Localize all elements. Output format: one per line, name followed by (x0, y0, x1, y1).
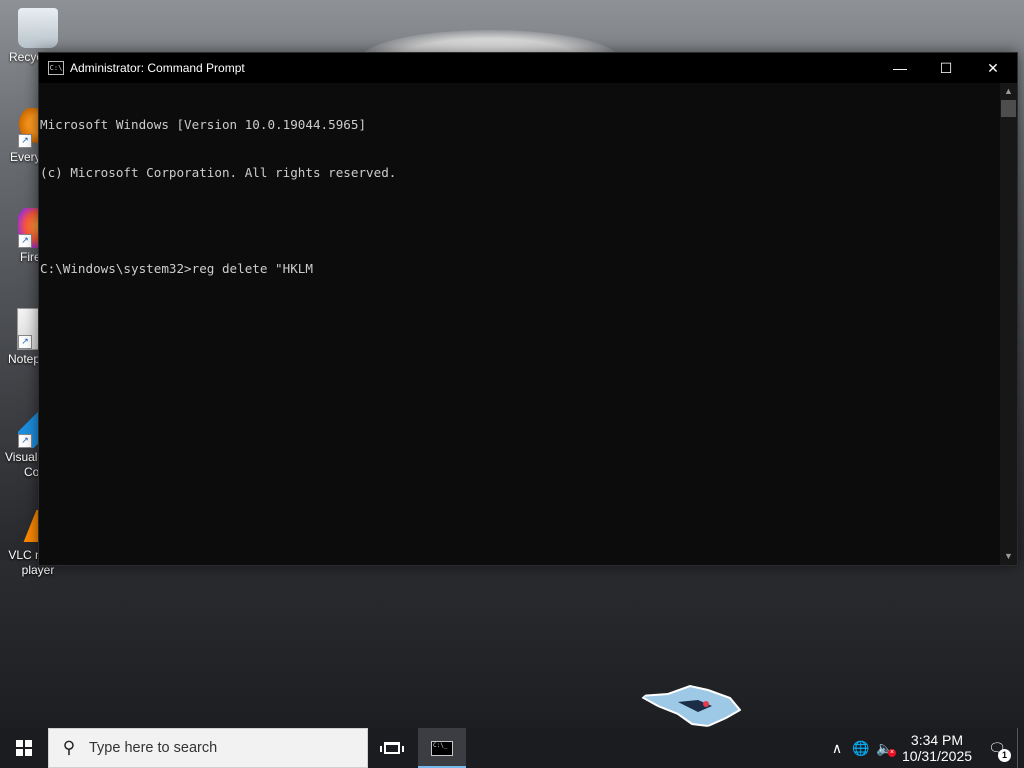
vertical-scrollbar[interactable]: ▲ ▼ (1000, 83, 1017, 565)
task-view-button[interactable] (370, 728, 414, 768)
console-line: (c) Microsoft Corporation. All rights re… (40, 165, 397, 180)
start-button[interactable] (0, 728, 48, 768)
scroll-down-arrow-icon[interactable]: ▼ (1000, 548, 1017, 565)
shortcut-arrow-icon: ↗ (18, 134, 32, 148)
maximize-button[interactable]: ☐ (923, 53, 969, 83)
search-icon: ⚲ (62, 738, 76, 757)
scrollbar-thumb[interactable] (1001, 100, 1016, 117)
window-titlebar[interactable]: C:\ Administrator: Command Prompt — ☐ ✕ (39, 53, 1017, 83)
wallpaper-shirt (0, 560, 1024, 740)
search-placeholder: Type here to search (89, 740, 218, 756)
minimize-button[interactable]: — (877, 53, 923, 83)
shortcut-arrow-icon: ↗ (18, 335, 32, 349)
show-hidden-icons-button[interactable]: ∧ (825, 728, 849, 768)
taskbar-app-command-prompt[interactable]: C:\_ (418, 728, 466, 768)
system-tray: ∧ 🌐 🔈 × 3:34 PM 10/31/2025 🗨 1 (825, 728, 1024, 768)
cmd-icon: C:\_ (431, 740, 453, 756)
close-button[interactable]: ✕ (969, 53, 1017, 83)
scroll-up-arrow-icon[interactable]: ▲ (1000, 83, 1017, 100)
console-output[interactable]: Microsoft Windows [Version 10.0.19044.59… (39, 83, 1000, 565)
cmd-icon: C:\ (48, 61, 64, 75)
taskbar: ⚲ Type here to search C:\_ ∧ 🌐 🔈 × 3:34 P… (0, 728, 1024, 768)
shortcut-arrow-icon: ↗ (18, 234, 32, 248)
mute-x-icon: × (888, 749, 896, 757)
action-center-button[interactable]: 🗨 1 (977, 728, 1017, 768)
console-prompt-line[interactable]: C:\Windows\system32>reg delete "HKLM (40, 261, 999, 277)
windows-logo-icon (16, 740, 32, 756)
network-icon[interactable]: 🌐 (849, 728, 873, 768)
task-view-icon (380, 742, 404, 754)
notification-count-badge: 1 (998, 749, 1011, 762)
volume-muted-icon[interactable]: 🔈 × (873, 728, 897, 768)
window-title: Administrator: Command Prompt (70, 61, 245, 75)
clock-time: 3:34 PM (910, 732, 964, 748)
clock[interactable]: 3:34 PM 10/31/2025 (897, 728, 977, 768)
console-line: Microsoft Windows [Version 10.0.19044.59… (40, 117, 367, 132)
show-desktop-button[interactable] (1017, 728, 1024, 768)
clock-date: 10/31/2025 (901, 748, 973, 764)
wallpaper-shark-logo (638, 684, 742, 728)
recycle-bin-icon (18, 8, 58, 48)
shortcut-arrow-icon: ↗ (18, 434, 32, 448)
command-prompt-window[interactable]: C:\ Administrator: Command Prompt — ☐ ✕ … (38, 52, 1018, 566)
taskbar-search-box[interactable]: ⚲ Type here to search (48, 728, 368, 768)
